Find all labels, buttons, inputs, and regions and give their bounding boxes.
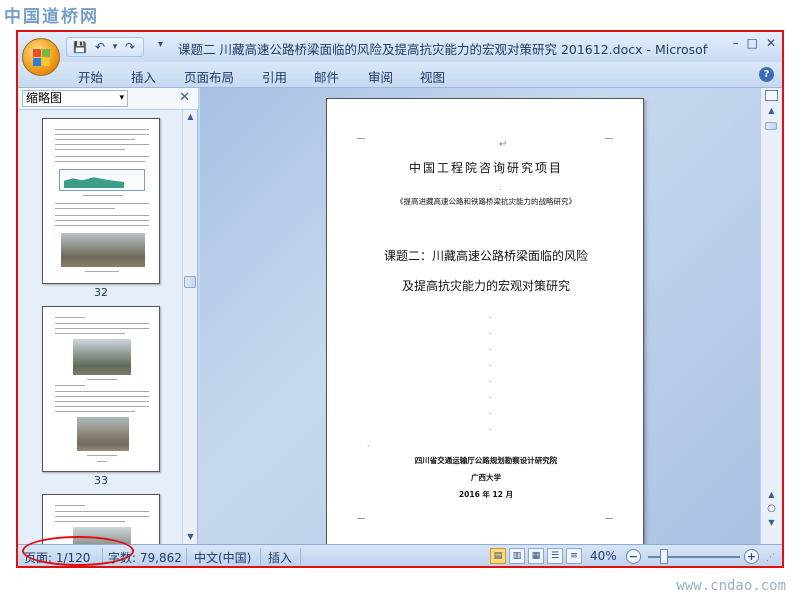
office-logo-icon: [33, 49, 51, 67]
institute-name: 四川省交通运输厅公路规划勘察设计研究院: [414, 456, 558, 465]
topic-title-line-1: 课题二：川藏高速公路桥梁面临的风险: [383, 249, 588, 263]
scroll-up-icon[interactable]: ▲: [764, 104, 779, 118]
thumbnail-close-icon[interactable]: ✕: [179, 90, 190, 105]
undo-dropdown-icon[interactable]: ▾: [111, 39, 119, 55]
highlight-ellipse: [22, 536, 134, 566]
outline-view-icon[interactable]: ☰: [547, 548, 563, 564]
ribbon-tabs: 开始 插入 页面布局 引用 邮件 审阅 视图 ?: [18, 62, 782, 88]
valley-photo: [73, 339, 131, 375]
zoom-level[interactable]: 40%: [590, 549, 617, 563]
thumbnail-list: 32 33: [18, 110, 182, 544]
quick-access-toolbar: 💾 ↶ ▾ ↷: [66, 37, 144, 57]
tab-review[interactable]: 审阅: [368, 67, 393, 86]
window-controls: – □ ✕: [733, 36, 776, 50]
thumbnail-header: 缩略图 ▾ ✕: [18, 88, 198, 110]
minimize-button[interactable]: –: [733, 36, 739, 50]
language-indicator[interactable]: 中文(中国): [194, 549, 251, 566]
window-title: 课题二 川藏高速公路桥梁面临的风险及提高抗灾能力的宏观对策研究 201612.d…: [178, 42, 708, 57]
thumbnail-page-32[interactable]: [42, 118, 160, 284]
document-scrollbar[interactable]: ▲ ▲ ○ ▼: [760, 88, 782, 544]
help-icon[interactable]: ?: [759, 67, 774, 82]
mountain-photo: [61, 233, 145, 267]
thumbnail-scroll-knob[interactable]: [184, 276, 196, 288]
ruler-toggle-icon[interactable]: [765, 90, 778, 101]
tab-page-layout[interactable]: 页面布局: [184, 67, 234, 86]
scroll-down-icon[interactable]: ▼: [764, 516, 779, 530]
thumbnail-pane: 缩略图 ▾ ✕ 32 33 ▲ ▼: [18, 88, 198, 544]
web-layout-view-icon[interactable]: ▦: [528, 548, 544, 564]
customize-toolbar-icon[interactable]: ▾: [158, 39, 163, 50]
redo-icon[interactable]: ↷: [121, 39, 139, 55]
close-button[interactable]: ✕: [766, 36, 776, 50]
thumbnail-view-select[interactable]: 缩略图 ▾: [22, 90, 128, 107]
print-layout-view-icon[interactable]: ▤: [490, 548, 506, 564]
tab-view[interactable]: 视图: [420, 67, 445, 86]
insert-mode-indicator[interactable]: 插入: [268, 549, 292, 566]
thumbnail-scrollbar[interactable]: ▲ ▼: [182, 110, 197, 544]
zoom-slider-knob[interactable]: [660, 549, 668, 564]
full-screen-reading-view-icon[interactable]: ▥: [509, 548, 525, 564]
tab-insert[interactable]: 插入: [131, 67, 156, 86]
document-date: 2016 年 12 月: [458, 490, 514, 499]
tab-references[interactable]: 引用: [262, 67, 287, 86]
riverbank-photo: [77, 417, 129, 451]
scroll-up-icon[interactable]: ▲: [764, 488, 779, 502]
view-buttons: ▤ ▥ ▦ ☰ ≡: [490, 548, 582, 564]
thumbnail-view-label: 缩略图: [26, 91, 63, 105]
browse-object-icon[interactable]: ○: [764, 502, 779, 516]
project-subtitle: 《提高进藏高速公路和铁路桥梁抗灾能力的战略研究》: [396, 197, 576, 206]
scroll-down-icon[interactable]: ▼: [183, 530, 198, 544]
thumbnail-page-number-33: 33: [94, 474, 108, 487]
scroll-up-icon[interactable]: ▲: [183, 110, 198, 124]
chart-image: [59, 169, 145, 191]
topic-title-line-2: 及提高抗灾能力的宏观对策研究: [401, 279, 570, 293]
save-icon[interactable]: 💾: [71, 39, 89, 55]
chevron-down-icon: ▾: [119, 93, 124, 103]
resize-grip-icon[interactable]: ⋰: [766, 553, 775, 563]
word-window: 💾 ↶ ▾ ↷ ▾ 课题二 川藏高速公路桥梁面临的风险及提高抗灾能力的宏观对策研…: [16, 30, 784, 568]
thumbnail-page-33[interactable]: [42, 306, 160, 472]
title-bar: 💾 ↶ ▾ ↷ ▾ 课题二 川藏高速公路桥梁面临的风险及提高抗灾能力的宏观对策研…: [18, 32, 782, 62]
zoom-out-button[interactable]: −: [626, 549, 641, 564]
document-area: ↵ 中国工程院咨询研究项目 . 《提高进藏高速公路和铁路桥梁抗灾能力的战略研究》…: [200, 88, 760, 544]
tab-mailings[interactable]: 邮件: [314, 67, 339, 86]
tab-home[interactable]: 开始: [78, 67, 103, 86]
draft-view-icon[interactable]: ≡: [566, 548, 582, 564]
thumbnail-page-number-32: 32: [94, 286, 108, 299]
zoom-in-button[interactable]: +: [744, 549, 759, 564]
office-button[interactable]: [22, 38, 60, 76]
document-scroll-knob[interactable]: [765, 122, 777, 130]
project-title: 中国工程院咨询研究项目: [408, 161, 563, 175]
maximize-button[interactable]: □: [747, 36, 758, 50]
document-page[interactable]: ↵ 中国工程院咨询研究项目 . 《提高进藏高速公路和铁路桥梁抗灾能力的战略研究》…: [326, 98, 644, 544]
watermark-logo-text: 中国道桥网: [4, 7, 99, 27]
university-name: 广西大学: [471, 473, 501, 482]
undo-icon[interactable]: ↶: [91, 39, 109, 55]
watermark-url: www.cndao.com: [676, 578, 786, 594]
